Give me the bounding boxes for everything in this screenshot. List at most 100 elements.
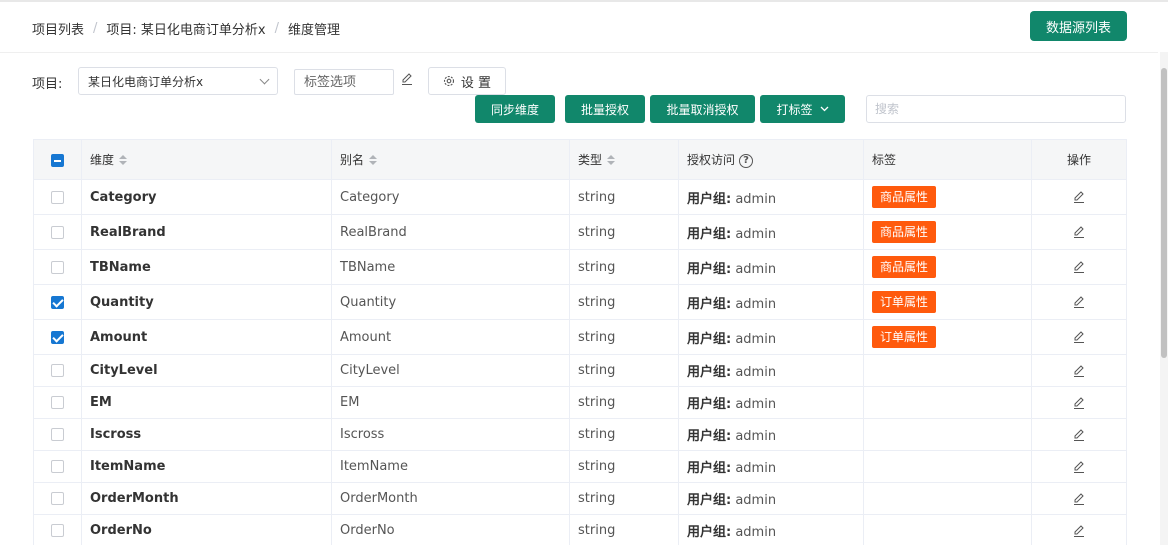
access-cell: 用户组: admin: [678, 284, 864, 320]
search-input[interactable]: [866, 95, 1126, 123]
access-group-value: admin: [731, 296, 777, 312]
sync-dimensions-button[interactable]: 同步维度: [475, 95, 555, 123]
edit-icon[interactable]: [1072, 190, 1086, 204]
access-group-value: admin: [731, 493, 777, 508]
row-checkbox[interactable]: [51, 492, 64, 505]
operation-cell: [1031, 482, 1127, 515]
table-row: TBName TBName string 用户组: admin 商品属性: [33, 249, 1127, 285]
row-checkbox-cell: [33, 482, 82, 515]
settings-button[interactable]: 设 置: [428, 67, 506, 95]
breadcrumb-project-list[interactable]: 项目列表: [32, 19, 84, 38]
tag-cell: [863, 450, 1032, 483]
operation-cell: [1031, 450, 1127, 483]
sort-icon[interactable]: [607, 155, 616, 166]
row-checkbox[interactable]: [51, 524, 64, 537]
edit-icon[interactable]: [1072, 330, 1086, 344]
access-group-value: admin: [731, 261, 777, 277]
edit-icon[interactable]: [1072, 524, 1086, 538]
table-row: Quantity Quantity string 用户组: admin 订单属性: [33, 284, 1127, 320]
column-header-dimension[interactable]: 维度: [81, 139, 332, 180]
project-label: 项目:: [32, 77, 63, 92]
column-header-label: 维度: [90, 153, 115, 167]
alias-cell: ItemName: [331, 450, 570, 483]
row-checkbox[interactable]: [51, 295, 64, 309]
column-header-type[interactable]: 类型: [569, 139, 679, 180]
tag-cell: [863, 354, 1032, 387]
sort-icon[interactable]: [369, 155, 378, 166]
access-cell: 用户组: admin: [678, 450, 864, 483]
access-group-label: 用户组:: [687, 226, 732, 242]
table-row: Amount Amount string 用户组: admin 订单属性: [33, 319, 1127, 355]
row-checkbox[interactable]: [51, 190, 64, 204]
row-checkbox[interactable]: [51, 225, 64, 239]
dimension-name-cell: Category: [81, 179, 332, 215]
tag-badge: 订单属性: [872, 326, 937, 348]
access-group-value: admin: [731, 397, 777, 412]
access-cell: 用户组: admin: [678, 319, 864, 355]
tag-dropdown-button[interactable]: 打标签: [760, 95, 845, 123]
edit-icon[interactable]: [1072, 460, 1086, 474]
type-cell: string: [569, 179, 679, 215]
column-header-alias[interactable]: 别名: [331, 139, 570, 180]
batch-revoke-button[interactable]: 批量取消授权: [650, 95, 755, 123]
alias-cell: CityLevel: [331, 354, 570, 387]
tag-badge: 商品属性: [872, 221, 937, 243]
batch-grant-button[interactable]: 批量授权: [565, 95, 645, 123]
access-group-value: admin: [731, 461, 777, 476]
access-cell: 用户组: admin: [678, 214, 864, 250]
datasource-list-button[interactable]: 数据源列表: [1030, 11, 1127, 41]
row-checkbox[interactable]: [51, 396, 64, 409]
operation-cell: [1031, 179, 1127, 215]
column-header-label: 标签: [872, 153, 897, 167]
operation-cell: [1031, 514, 1127, 545]
table-row: Category Category string 用户组: admin 商品属性: [33, 179, 1127, 215]
tag-badge: 订单属性: [872, 291, 937, 313]
tag-badge: 商品属性: [872, 256, 937, 278]
vertical-scrollbar[interactable]: [1160, 52, 1168, 545]
dimension-name-cell: OrderMonth: [81, 482, 332, 515]
tag-cell: 订单属性: [863, 284, 1032, 320]
scrollbar-thumb[interactable]: [1161, 68, 1167, 358]
dimension-name-cell: CityLevel: [81, 354, 332, 387]
row-checkbox-cell: [33, 450, 82, 483]
dimension-name-cell: OrderNo: [81, 514, 332, 545]
access-group-value: admin: [731, 226, 777, 242]
tag-option-input[interactable]: [294, 69, 394, 95]
table-row: ItemName ItemName string 用户组: admin: [33, 450, 1127, 483]
table-row: OrderMonth OrderMonth string 用户组: admin: [33, 482, 1127, 515]
operation-cell: [1031, 284, 1127, 320]
row-checkbox[interactable]: [51, 428, 64, 441]
edit-icon[interactable]: [1072, 295, 1086, 309]
chevron-down-icon: [820, 106, 828, 112]
edit-icon[interactable]: [1072, 492, 1086, 506]
access-cell: 用户组: admin: [678, 249, 864, 285]
breadcrumb-project[interactable]: 项目: 某日化电商订单分析x: [106, 19, 265, 38]
select-all-checkbox[interactable]: [51, 153, 64, 167]
table-row: OrderNo OrderNo string 用户组: admin: [33, 514, 1127, 545]
tag-cell: 订单属性: [863, 319, 1032, 355]
project-select[interactable]: 某日化电商订单分析x: [78, 67, 278, 95]
edit-icon[interactable]: [1072, 260, 1086, 274]
table-row: EM EM string 用户组: admin: [33, 386, 1127, 419]
edit-icon[interactable]: [1072, 396, 1086, 410]
access-cell: 用户组: admin: [678, 386, 864, 419]
edit-icon[interactable]: [400, 72, 414, 86]
dimension-table: 维度 别名 类型 授权访问? 标签 操作 Category Category str…: [33, 139, 1127, 545]
row-checkbox[interactable]: [51, 330, 64, 344]
row-checkbox[interactable]: [51, 364, 64, 377]
row-checkbox-cell: [33, 179, 82, 215]
tag-cell: [863, 418, 1032, 451]
row-checkbox[interactable]: [51, 260, 64, 274]
sort-icon[interactable]: [119, 155, 128, 166]
column-header-label: 授权访问: [687, 153, 736, 167]
access-cell: 用户组: admin: [678, 354, 864, 387]
tag-badge: 商品属性: [872, 186, 937, 208]
edit-icon[interactable]: [1072, 225, 1086, 239]
question-circle-icon[interactable]: ?: [739, 153, 754, 168]
access-cell: 用户组: admin: [678, 179, 864, 215]
edit-icon[interactable]: [1072, 364, 1086, 378]
edit-icon[interactable]: [1072, 428, 1086, 442]
tag-cell: [863, 482, 1032, 515]
tag-cell: 商品属性: [863, 179, 1032, 215]
row-checkbox[interactable]: [51, 460, 64, 473]
